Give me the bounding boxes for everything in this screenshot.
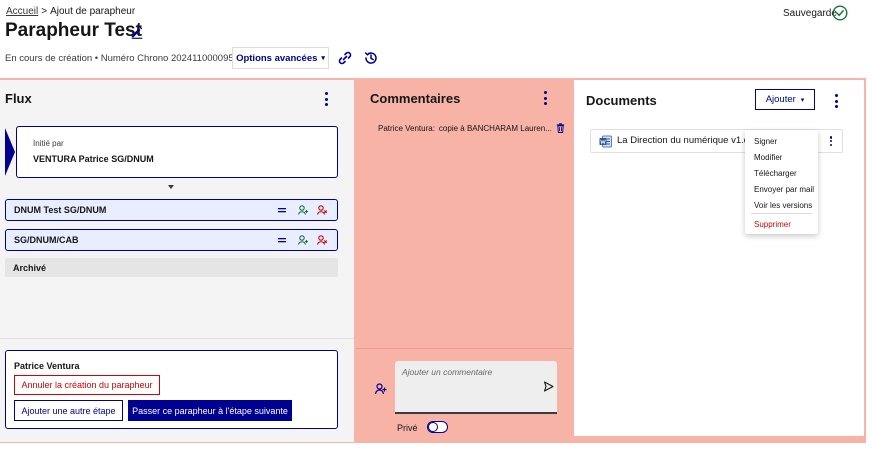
comments-title: Commentaires — [370, 91, 461, 106]
advanced-options-button[interactable]: Options avancées ▾ — [232, 47, 329, 69]
breadcrumb-current: Ajout de parapheur — [50, 6, 136, 17]
initiator-name: VENTURA Patrice SG/DNUM — [33, 154, 154, 164]
cancel-creation-button[interactable]: Annuler la création du parapheur — [14, 375, 160, 395]
link-icon[interactable] — [337, 50, 353, 66]
caret-down-icon — [168, 185, 174, 189]
private-toggle[interactable] — [427, 421, 448, 433]
drag-handle-icon[interactable] — [276, 234, 288, 246]
word-icon — [599, 135, 612, 148]
advanced-options-label: Options avancées — [236, 52, 318, 64]
page-header: Accueil > Ajout de parapheur Parapheur T… — [0, 0, 873, 78]
menu-item-delete[interactable]: Supprimer — [754, 220, 791, 229]
saved-status: Sauvegardé — [783, 8, 837, 19]
toggle-knob — [428, 422, 438, 432]
comment-text: copie à BANCHARAM Lauren... — [438, 123, 552, 133]
remove-person-icon[interactable] — [316, 234, 328, 246]
add-person-icon[interactable] — [297, 234, 309, 246]
breadcrumb: Accueil > Ajout de parapheur — [6, 6, 135, 17]
send-icon[interactable] — [543, 381, 554, 392]
initiator-card: Initié par VENTURA Patrice SG/DNUM — [16, 126, 338, 178]
comment-input[interactable]: Ajouter un commentaire — [395, 361, 557, 414]
remove-person-icon[interactable] — [316, 204, 328, 216]
comment-author: Patrice Ventura: — [378, 123, 435, 133]
chevron-down-icon: ▾ — [800, 96, 805, 104]
add-document-label: Ajouter — [765, 94, 796, 105]
drag-handle-icon[interactable] — [276, 204, 288, 216]
flux-step-label: SG/DNUM/CAB — [14, 235, 79, 245]
menu-item-send-mail[interactable]: Envoyer par mail — [754, 185, 814, 194]
documents-more-icon[interactable] — [834, 94, 838, 108]
menu-item-download[interactable]: Télécharger — [754, 169, 797, 178]
check-circle-icon — [832, 5, 848, 21]
breadcrumb-separator: > — [41, 6, 48, 17]
actor-actions-card: Patrice Ventura Annuler la création du p… — [5, 350, 338, 429]
chevron-down-icon: ▾ — [321, 55, 325, 62]
menu-divider — [751, 213, 812, 214]
next-step-button[interactable]: Passer ce parapheur à l'étape suivante — [128, 400, 292, 421]
breadcrumb-home-link[interactable]: Accueil — [6, 6, 38, 17]
flux-step[interactable]: DNUM Test SG/DNUM — [5, 199, 338, 221]
add-person-icon[interactable] — [297, 204, 309, 216]
add-document-button[interactable]: Ajouter ▾ — [755, 89, 815, 110]
document-actions-menu: Signer Modifier Télécharger Envoyer par … — [745, 130, 818, 234]
initiator-label: Initié par — [33, 139, 64, 148]
private-label: Privé — [397, 423, 418, 433]
menu-item-edit[interactable]: Modifier — [754, 153, 782, 162]
mention-person-icon[interactable] — [374, 382, 387, 395]
actor-name: Patrice Ventura — [14, 361, 80, 371]
trash-icon[interactable] — [556, 123, 565, 133]
add-step-button[interactable]: Ajouter une autre étape — [14, 400, 123, 421]
flux-title: Flux — [5, 91, 32, 106]
menu-item-sign[interactable]: Signer — [754, 137, 777, 146]
menu-item-versions[interactable]: Voir les versions — [754, 201, 812, 210]
page-title: Parapheur Test — [5, 20, 142, 41]
parapheur-status: En cours de création • Numéro Chrono 202… — [5, 53, 239, 64]
flux-step-label: DNUM Test SG/DNUM — [14, 205, 107, 215]
document-name: La Direction du numérique v1.docx — [617, 135, 753, 146]
archive-step: Archivé — [5, 258, 338, 277]
edit-title-icon[interactable] — [130, 25, 144, 39]
comments-more-icon[interactable] — [543, 91, 547, 105]
flux-more-icon[interactable] — [324, 92, 328, 106]
comment-item: Patrice Ventura: copie à BANCHARAM Laure… — [378, 123, 565, 133]
document-more-icon[interactable] — [829, 136, 833, 146]
history-icon[interactable] — [363, 50, 379, 66]
current-step-marker — [5, 128, 15, 176]
comment-input-placeholder: Ajouter un commentaire — [402, 367, 493, 377]
flux-step[interactable]: SG/DNUM/CAB — [5, 229, 338, 251]
documents-title: Documents — [586, 93, 657, 108]
